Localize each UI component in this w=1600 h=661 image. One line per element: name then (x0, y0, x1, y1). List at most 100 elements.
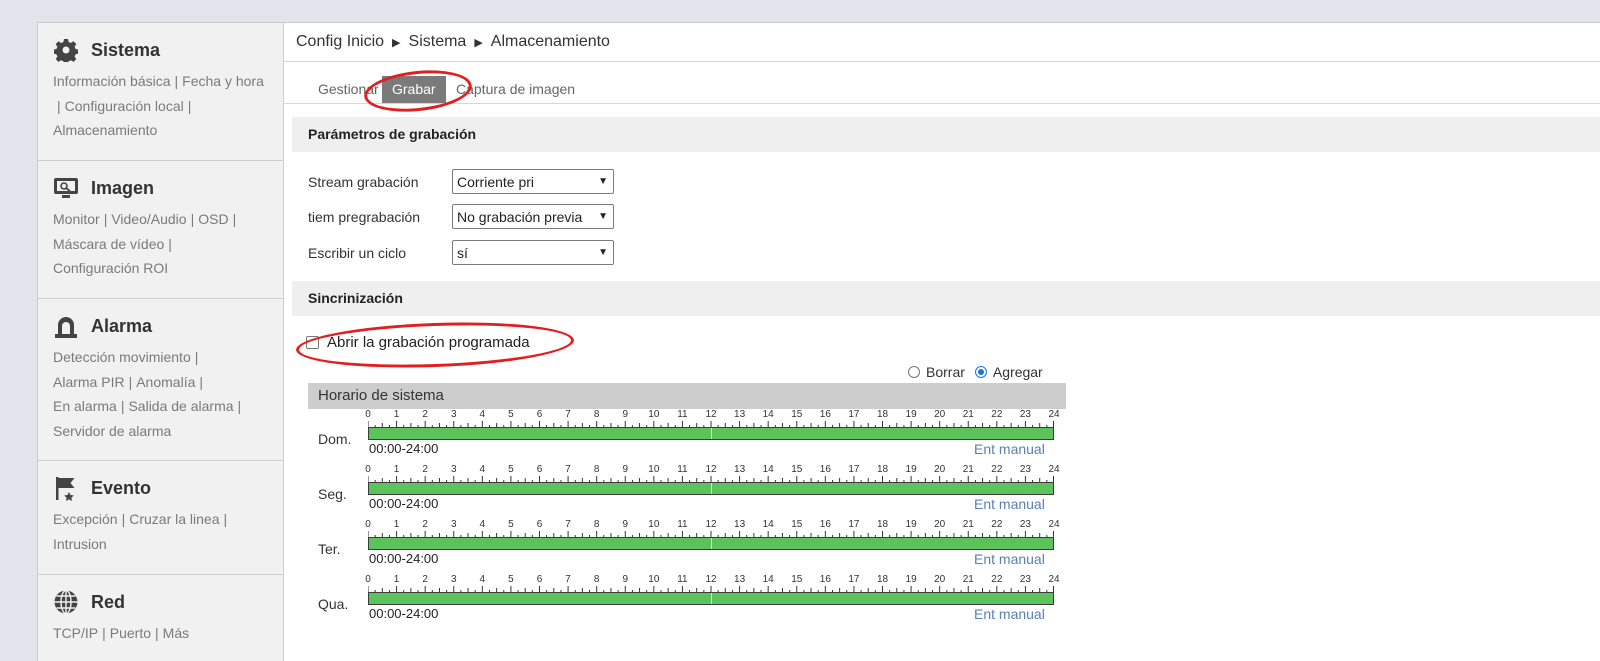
add-radio[interactable] (974, 366, 987, 378)
schedule-bar[interactable] (368, 592, 1054, 605)
add-label[interactable]: Agregar (993, 364, 1043, 380)
schedule-bar-divider (711, 483, 712, 494)
open-schedule-label[interactable]: Abrir la grabación programada (327, 334, 530, 351)
tab-grabar[interactable]: Grabar (382, 76, 446, 103)
hour-tick-label: 23 (1019, 409, 1031, 420)
hour-tick-label: 13 (734, 464, 746, 475)
hour-tick-label: 23 (1019, 574, 1031, 585)
hour-tick-label: 13 (734, 574, 746, 585)
hour-tick-label: 18 (876, 519, 889, 530)
link-excepcion[interactable]: Excepción (53, 511, 118, 527)
stream-select[interactable]: Corriente pri ▼ (452, 169, 614, 194)
breadcrumb-sistema[interactable]: Sistema (409, 33, 467, 51)
sidebar-section-alarma: Alarma Detección movimiento | Alarma PIR |… (38, 299, 283, 461)
manual-entry-link[interactable]: Ent manual (974, 441, 1045, 457)
cycle-select[interactable]: sí ▼ (452, 240, 614, 265)
manual-entry-link[interactable]: Ent manual (974, 496, 1045, 512)
prerecord-label: tiem pregrabación (308, 208, 421, 225)
hour-tick-label: 15 (791, 464, 803, 475)
day-label: Seg. (318, 486, 347, 502)
link-mas[interactable]: Más (163, 625, 189, 641)
hour-tick-label: 7 (565, 519, 571, 530)
breadcrumb-config-inicio[interactable]: Config Inicio (296, 33, 384, 51)
link-puerto[interactable]: Puerto (110, 625, 151, 641)
link-osd[interactable]: OSD (198, 211, 228, 227)
manual-entry-link[interactable]: Ent manual (974, 551, 1045, 567)
link-monitor[interactable]: Monitor (53, 211, 100, 227)
link-en-alarma[interactable]: En alarma (53, 398, 117, 414)
day-label: Qua. (318, 596, 349, 612)
stream-select-value: Corriente pri (457, 173, 535, 190)
hour-tick-label: 1 (393, 519, 400, 530)
link-almacenamiento[interactable]: Almacenamiento (53, 122, 157, 138)
tab-gestionar[interactable]: Gestionar (308, 76, 389, 103)
prerecord-select[interactable]: No grabación previa ▼ (452, 204, 614, 229)
schedule-bar[interactable] (368, 482, 1054, 495)
link-configuracion-roi[interactable]: Configuración ROI (53, 260, 168, 276)
link-intrusion[interactable]: Intrusion (53, 536, 107, 552)
hour-tick-label: 19 (905, 409, 917, 420)
schedule-range: 00:00-24:00 (369, 441, 439, 456)
hour-tick-label: 18 (876, 574, 889, 585)
schedule-bar[interactable] (368, 537, 1054, 550)
breadcrumb-arrow-icon: ▶ (392, 36, 401, 49)
hour-tick-label: 17 (848, 519, 860, 530)
hour-tick-label: 2 (422, 409, 428, 420)
schedule-header: Horario de sistema (308, 383, 1066, 409)
tab-captura-de-imagen[interactable]: Captura de imagen (446, 76, 585, 103)
sidebar-title-sistema[interactable]: Sistema (91, 40, 160, 61)
link-fecha-y-hora[interactable]: Fecha y hora (182, 73, 264, 89)
gear-icon (53, 37, 79, 63)
hour-tick-label: 2 (422, 519, 428, 530)
link-salida-de-alarma[interactable]: Salida de alarma (128, 398, 233, 414)
hour-tick-label: 5 (508, 464, 514, 475)
link-alarma-pir[interactable]: Alarma PIR (53, 374, 125, 390)
hour-tick-label: 6 (536, 574, 543, 585)
schedule-bar[interactable] (368, 427, 1054, 440)
hour-tick-label: 17 (848, 464, 860, 475)
sidebar-section-red: Red TCP/IP | Puerto | Más (38, 575, 283, 661)
link-configuracion-local[interactable]: Configuración local (65, 98, 184, 114)
schedule-range: 00:00-24:00 (369, 496, 439, 511)
link-mascara-de-video[interactable]: Máscara de vídeo (53, 236, 164, 252)
sidebar-title-imagen[interactable]: Imagen (91, 178, 154, 199)
row-prerecord: tiem pregrabación No grabación previa ▼ (308, 204, 614, 229)
hour-tick-label: 14 (762, 409, 774, 420)
hour-tick-label: 21 (962, 519, 974, 530)
link-video-audio[interactable]: Video/Audio (111, 211, 186, 227)
hour-tick-label: 1 (393, 464, 400, 475)
hour-tick-label: 15 (791, 574, 803, 585)
link-informacion-basica[interactable]: Información básica (53, 73, 171, 89)
schedule-row-day-3: Qua. 0 1 2 3 4 5 6 7 8 9 10 11 12 13 14 15 16 17 18 19 20 21 22… (284, 574, 1084, 629)
hour-tick-label: 22 (991, 409, 1003, 420)
hour-tick-label: 20 (934, 409, 946, 420)
hour-tick-label: 24 (1048, 574, 1060, 585)
link-servidor-de-alarma[interactable]: Servidor de alarma (53, 423, 171, 439)
breadcrumb-arrow-icon: ▶ (474, 36, 483, 49)
erase-radio[interactable] (908, 366, 920, 378)
hour-tick-label: 24 (1048, 464, 1060, 475)
hour-tick-label: 10 (648, 519, 660, 530)
schedule-range: 00:00-24:00 (369, 606, 439, 621)
link-deteccion-movimiento[interactable]: Detección movimiento (53, 349, 191, 365)
open-schedule-checkbox[interactable] (306, 336, 319, 349)
link-anomalia[interactable]: Anomalía (136, 374, 195, 390)
sidebar-title-evento[interactable]: Evento (91, 478, 151, 499)
hour-tick-label: 3 (450, 574, 457, 585)
manual-entry-link[interactable]: Ent manual (974, 606, 1045, 622)
sidebar-title-alarma[interactable]: Alarma (91, 316, 152, 337)
schedule-bar-divider (711, 428, 712, 439)
erase-label[interactable]: Borrar (926, 364, 965, 380)
hour-tick-label: 4 (479, 464, 486, 475)
schedule-bar-divider (711, 538, 712, 549)
link-cruzar-la-linea[interactable]: Cruzar la linea (129, 511, 219, 527)
hour-tick-label: 21 (962, 409, 974, 420)
hour-tick-label: 21 (962, 464, 974, 475)
hour-tick-label: 9 (622, 574, 629, 585)
link-tcp-ip[interactable]: TCP/IP (53, 625, 98, 641)
hour-tick-label: 0 (365, 574, 371, 585)
hour-tick-label: 22 (991, 519, 1003, 530)
hour-tick-label: 5 (508, 519, 514, 530)
tab-bar: Gestionar Grabar Captura de imagen (284, 76, 1600, 104)
sidebar-title-red[interactable]: Red (91, 592, 125, 613)
